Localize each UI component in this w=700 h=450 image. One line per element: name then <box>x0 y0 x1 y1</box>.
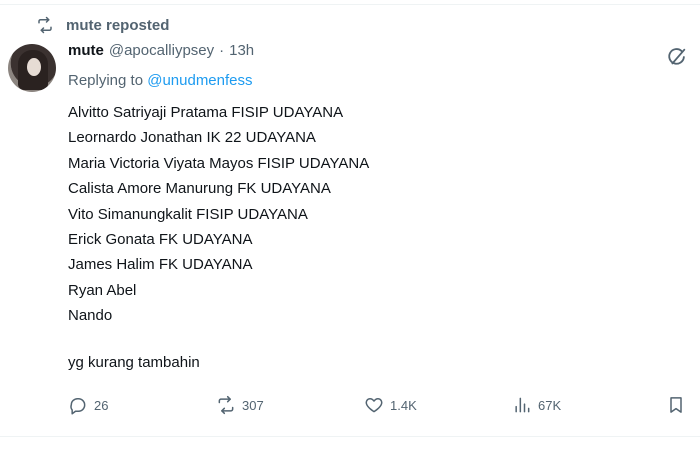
tweet-card[interactable]: mute reposted mute @apocalliypsey · 13h … <box>0 0 700 450</box>
avatar-face <box>27 58 41 76</box>
user-handle[interactable]: @apocalliypsey <box>109 42 214 59</box>
avatar[interactable] <box>8 44 56 92</box>
timestamp[interactable]: 13h <box>229 42 254 59</box>
like-button[interactable]: 1.4K <box>364 395 417 415</box>
repost-button[interactable]: 307 <box>216 395 264 415</box>
next-tweet-peek <box>36 444 196 450</box>
bookmark-icon <box>670 397 682 413</box>
display-name[interactable]: mute <box>68 42 104 59</box>
replying-to-link[interactable]: @unudmenfess <box>147 72 252 89</box>
views-button[interactable]: 67K <box>512 395 561 415</box>
body-line: James Halim FK UDAYANA <box>68 256 253 274</box>
separator-dot: · <box>219 42 225 59</box>
repost-label: mute reposted <box>66 16 170 34</box>
tweet-header: mute @apocalliypsey · 13h <box>68 42 254 59</box>
replying-to: Replying to @unudmenfess <box>68 72 253 89</box>
bottom-divider <box>0 436 700 437</box>
reply-count: 26 <box>94 397 109 413</box>
action-bar: 26 307 1.4K 67K <box>68 395 688 419</box>
body-line: Maria Victoria Viyata Mayos FISIP UDAYAN… <box>68 154 370 172</box>
replying-to-label: Replying to <box>68 72 144 89</box>
reply-button[interactable]: 26 <box>68 395 108 415</box>
top-divider <box>0 4 700 5</box>
tweet-body: Alvitto Satriyaji Pratama FISIP UDAYANA … <box>68 100 369 329</box>
views-count: 67K <box>538 397 562 413</box>
body-line: Ryan Abel <box>68 281 137 299</box>
body-line: Calista Amore Manurung FK UDAYANA <box>68 180 331 198</box>
bookmark-button[interactable] <box>666 395 686 415</box>
repost-icon <box>38 16 52 34</box>
body-line: Nando <box>68 307 113 325</box>
analytics-icon <box>515 397 530 413</box>
heart-icon <box>365 398 383 413</box>
grok-icon[interactable] <box>666 46 688 68</box>
like-count: 1.4K <box>390 397 417 413</box>
body-line: Erick Gonata FK UDAYANA <box>68 230 253 248</box>
repost-icon <box>218 395 234 415</box>
body-closing-line: yg kurang tambahin <box>68 354 200 371</box>
body-line: Vito Simanungkalit FISIP UDAYANA <box>68 205 308 223</box>
repost-context[interactable]: mute reposted <box>36 16 169 34</box>
repost-count: 307 <box>242 397 264 413</box>
body-line: Alvitto Satriyaji Pratama FISIP UDAYANA <box>68 104 344 121</box>
body-line: Leornardo Jonathan IK 22 UDAYANA <box>68 129 316 147</box>
reply-icon <box>70 398 86 415</box>
